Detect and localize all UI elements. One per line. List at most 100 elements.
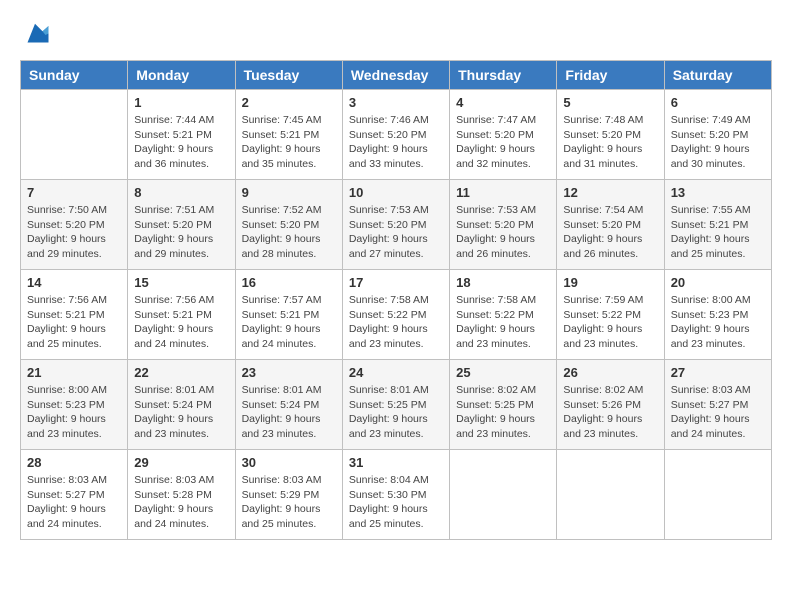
day-number: 9 <box>242 185 336 200</box>
day-info: Sunrise: 7:45 AMSunset: 5:21 PMDaylight:… <box>242 113 336 172</box>
day-info: Sunrise: 7:46 AMSunset: 5:20 PMDaylight:… <box>349 113 443 172</box>
calendar-cell: 24 Sunrise: 8:01 AMSunset: 5:25 PMDayligh… <box>342 360 449 450</box>
logo <box>20 20 52 50</box>
day-number: 1 <box>134 95 228 110</box>
day-info: Sunrise: 7:49 AMSunset: 5:20 PMDaylight:… <box>671 113 765 172</box>
calendar-cell: 6Sunrise: 7:49 AMSunset: 5:20 PMDaylight… <box>664 90 771 180</box>
day-info: Sunrise: 8:03 AMSunset: 5:29 PMDaylight:… <box>242 473 336 532</box>
day-number: 27 <box>671 365 765 380</box>
calendar-cell <box>557 450 664 540</box>
day-number: 25 <box>456 365 550 380</box>
day-number: 16 <box>242 275 336 290</box>
week-row-4: 28 Sunrise: 8:03 AMSunset: 5:27 PMDayligh… <box>21 450 772 540</box>
header-row: SundayMondayTuesdayWednesdayThursdayFrid… <box>21 61 772 90</box>
calendar-cell: 30 Sunrise: 8:03 AMSunset: 5:29 PMDayligh… <box>235 450 342 540</box>
week-row-3: 21Sunrise: 8:00 AMSunset: 5:23 PMDayligh… <box>21 360 772 450</box>
day-info: Sunrise: 8:04 AMSunset: 5:30 PMDaylight:… <box>349 473 443 532</box>
calendar-cell: 3 Sunrise: 7:46 AMSunset: 5:20 PMDaylight… <box>342 90 449 180</box>
calendar-cell: 15Sunrise: 7:56 AMSunset: 5:21 PMDayligh… <box>128 270 235 360</box>
calendar-cell: 9 Sunrise: 7:52 AMSunset: 5:20 PMDaylight… <box>235 180 342 270</box>
day-number: 30 <box>242 455 336 470</box>
calendar-cell: 25 Sunrise: 8:02 AMSunset: 5:25 PMDayligh… <box>450 360 557 450</box>
week-row-0: 1 Sunrise: 7:44 AMSunset: 5:21 PMDaylight… <box>21 90 772 180</box>
calendar-cell: 8 Sunrise: 7:51 AMSunset: 5:20 PMDaylight… <box>128 180 235 270</box>
day-info: Sunrise: 7:50 AMSunset: 5:20 PMDaylight:… <box>27 203 121 262</box>
calendar-cell: 7 Sunrise: 7:50 AMSunset: 5:20 PMDaylight… <box>21 180 128 270</box>
day-info: Sunrise: 8:02 AMSunset: 5:25 PMDaylight:… <box>456 383 550 442</box>
calendar-cell: 19 Sunrise: 7:59 AMSunset: 5:22 PMDayligh… <box>557 270 664 360</box>
day-number: 10 <box>349 185 443 200</box>
day-info: Sunrise: 7:58 AMSunset: 5:22 PMDaylight:… <box>456 293 550 352</box>
day-info: Sunrise: 8:02 AMSunset: 5:26 PMDaylight:… <box>563 383 657 442</box>
day-info: Sunrise: 7:48 AMSunset: 5:20 PMDaylight:… <box>563 113 657 172</box>
day-info: Sunrise: 7:56 AMSunset: 5:21 PMDaylight:… <box>134 293 228 352</box>
calendar-cell: 23Sunrise: 8:01 AMSunset: 5:24 PMDayligh… <box>235 360 342 450</box>
calendar-cell: 20Sunrise: 8:00 AMSunset: 5:23 PMDayligh… <box>664 270 771 360</box>
day-number: 28 <box>27 455 121 470</box>
week-row-2: 14Sunrise: 7:56 AMSunset: 5:21 PMDayligh… <box>21 270 772 360</box>
day-number: 17 <box>349 275 443 290</box>
day-info: Sunrise: 7:52 AMSunset: 5:20 PMDaylight:… <box>242 203 336 262</box>
day-info: Sunrise: 8:00 AMSunset: 5:23 PMDaylight:… <box>671 293 765 352</box>
calendar-cell <box>664 450 771 540</box>
day-info: Sunrise: 7:53 AMSunset: 5:20 PMDaylight:… <box>456 203 550 262</box>
page-header <box>20 20 772 50</box>
day-number: 26 <box>563 365 657 380</box>
calendar-cell: 22 Sunrise: 8:01 AMSunset: 5:24 PMDayligh… <box>128 360 235 450</box>
day-info: Sunrise: 7:53 AMSunset: 5:20 PMDaylight:… <box>349 203 443 262</box>
day-number: 19 <box>563 275 657 290</box>
day-info: Sunrise: 8:01 AMSunset: 5:25 PMDaylight:… <box>349 383 443 442</box>
calendar-cell <box>450 450 557 540</box>
day-info: Sunrise: 7:54 AMSunset: 5:20 PMDaylight:… <box>563 203 657 262</box>
calendar-cell: 31Sunrise: 8:04 AMSunset: 5:30 PMDayligh… <box>342 450 449 540</box>
calendar-cell: 11Sunrise: 7:53 AMSunset: 5:20 PMDayligh… <box>450 180 557 270</box>
calendar-cell: 18 Sunrise: 7:58 AMSunset: 5:22 PMDayligh… <box>450 270 557 360</box>
day-number: 2 <box>242 95 336 110</box>
day-number: 23 <box>242 365 336 380</box>
calendar-cell: 26 Sunrise: 8:02 AMSunset: 5:26 PMDayligh… <box>557 360 664 450</box>
day-number: 3 <box>349 95 443 110</box>
header-wednesday: Wednesday <box>342 61 449 90</box>
logo-icon <box>20 20 50 50</box>
header-monday: Monday <box>128 61 235 90</box>
calendar-cell: 4 Sunrise: 7:47 AMSunset: 5:20 PMDaylight… <box>450 90 557 180</box>
calendar-cell <box>21 90 128 180</box>
header-thursday: Thursday <box>450 61 557 90</box>
day-info: Sunrise: 8:03 AMSunset: 5:27 PMDaylight:… <box>27 473 121 532</box>
day-info: Sunrise: 8:01 AMSunset: 5:24 PMDaylight:… <box>134 383 228 442</box>
day-number: 12 <box>563 185 657 200</box>
calendar-cell: 2 Sunrise: 7:45 AMSunset: 5:21 PMDaylight… <box>235 90 342 180</box>
day-info: Sunrise: 7:59 AMSunset: 5:22 PMDaylight:… <box>563 293 657 352</box>
week-row-1: 7 Sunrise: 7:50 AMSunset: 5:20 PMDaylight… <box>21 180 772 270</box>
day-info: Sunrise: 7:47 AMSunset: 5:20 PMDaylight:… <box>456 113 550 172</box>
calendar-cell: 14Sunrise: 7:56 AMSunset: 5:21 PMDayligh… <box>21 270 128 360</box>
calendar-cell: 28 Sunrise: 8:03 AMSunset: 5:27 PMDayligh… <box>21 450 128 540</box>
calendar-cell: 21Sunrise: 8:00 AMSunset: 5:23 PMDayligh… <box>21 360 128 450</box>
day-info: Sunrise: 7:44 AMSunset: 5:21 PMDaylight:… <box>134 113 228 172</box>
day-number: 5 <box>563 95 657 110</box>
day-number: 13 <box>671 185 765 200</box>
day-number: 7 <box>27 185 121 200</box>
header-friday: Friday <box>557 61 664 90</box>
day-number: 8 <box>134 185 228 200</box>
calendar-cell: 16 Sunrise: 7:57 AMSunset: 5:21 PMDayligh… <box>235 270 342 360</box>
day-info: Sunrise: 8:03 AMSunset: 5:28 PMDaylight:… <box>134 473 228 532</box>
day-info: Sunrise: 7:57 AMSunset: 5:21 PMDaylight:… <box>242 293 336 352</box>
calendar-cell: 10 Sunrise: 7:53 AMSunset: 5:20 PMDayligh… <box>342 180 449 270</box>
day-info: Sunrise: 8:03 AMSunset: 5:27 PMDaylight:… <box>671 383 765 442</box>
day-number: 24 <box>349 365 443 380</box>
day-number: 29 <box>134 455 228 470</box>
day-info: Sunrise: 7:58 AMSunset: 5:22 PMDaylight:… <box>349 293 443 352</box>
day-info: Sunrise: 8:00 AMSunset: 5:23 PMDaylight:… <box>27 383 121 442</box>
header-tuesday: Tuesday <box>235 61 342 90</box>
day-number: 18 <box>456 275 550 290</box>
calendar-cell: 5 Sunrise: 7:48 AMSunset: 5:20 PMDaylight… <box>557 90 664 180</box>
day-number: 22 <box>134 365 228 380</box>
day-info: Sunrise: 7:51 AMSunset: 5:20 PMDaylight:… <box>134 203 228 262</box>
calendar-cell: 27 Sunrise: 8:03 AMSunset: 5:27 PMDayligh… <box>664 360 771 450</box>
calendar-cell: 29 Sunrise: 8:03 AMSunset: 5:28 PMDayligh… <box>128 450 235 540</box>
calendar-cell: 1 Sunrise: 7:44 AMSunset: 5:21 PMDaylight… <box>128 90 235 180</box>
day-info: Sunrise: 7:56 AMSunset: 5:21 PMDaylight:… <box>27 293 121 352</box>
calendar-cell: 17 Sunrise: 7:58 AMSunset: 5:22 PMDayligh… <box>342 270 449 360</box>
day-number: 4 <box>456 95 550 110</box>
